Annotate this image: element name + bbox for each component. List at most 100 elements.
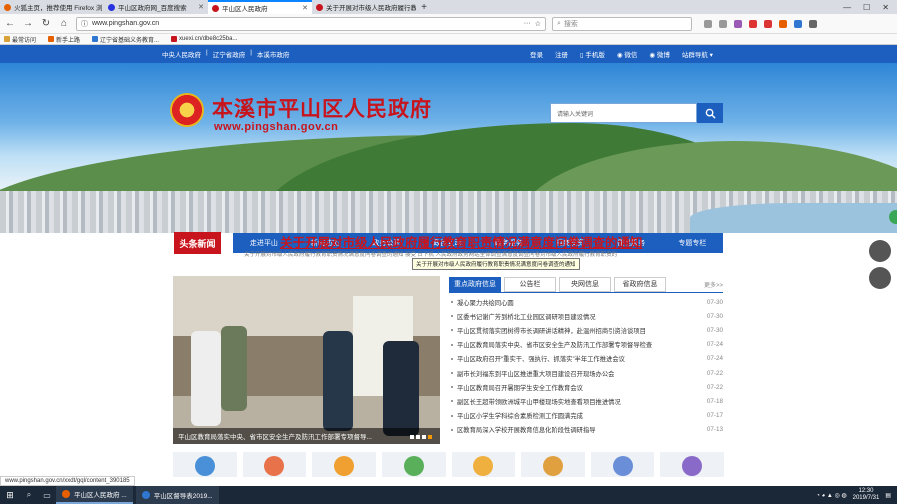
bookmark-item[interactable]: 新手上路 (48, 35, 80, 44)
clock-time: 12:30 (858, 488, 874, 494)
forward-icon[interactable]: → (22, 18, 34, 29)
link-central-gov[interactable]: 中央人民政府 (162, 49, 201, 59)
url-text[interactable]: www.pingshan.gov.cn (92, 20, 520, 27)
side-widget-tab[interactable] (889, 210, 897, 224)
list-item[interactable]: 副区长王超带领欧洲城平山甲楼现场实地查看项目推进情况 07-18 (449, 394, 723, 408)
carousel-dot[interactable] (410, 435, 414, 439)
close-icon[interactable]: ✕ (302, 4, 308, 12)
minimize-icon[interactable]: — (843, 3, 851, 12)
list-item[interactable]: 平山区政府召开“重实干、强执行、抓落实”半年工作推进会议 07-24 (449, 352, 723, 366)
service-tile[interactable] (173, 452, 237, 477)
login-link[interactable]: 登录 (530, 49, 543, 59)
weibo-link[interactable]: ◉ 微博 (649, 49, 669, 59)
news-title[interactable]: 区教育局深入学校开展教育信息化阶段性调研指导 (457, 425, 703, 434)
mobile-link[interactable]: ▯ 手机版 (580, 49, 605, 59)
tab-key-gov-info[interactable]: 重点政府信息 (449, 276, 501, 292)
browser-tab-4[interactable]: 关于开展对市级人民政府履行教✕ (312, 0, 416, 14)
headline-title-link[interactable]: 关于开展对市级人民政府履行教育职责情况满意度问卷调查的通知 (280, 232, 643, 251)
service-tile[interactable] (660, 452, 724, 477)
news-photo-carousel[interactable]: 平山区教育局落实中央、省市区安全生产及防汛工作部署专项督导... (173, 276, 440, 444)
bookmark-item[interactable]: xuexi.cn/dbe8c25ba... (171, 36, 237, 42)
extension-icon[interactable] (734, 19, 742, 28)
link-benxi-gov[interactable]: 本溪市政府 (257, 49, 290, 59)
sidebar-icon[interactable] (719, 19, 727, 28)
service-tile[interactable] (521, 452, 585, 477)
service-tile[interactable] (381, 452, 446, 477)
news-title[interactable]: 平山区政府召开“重实干、强执行、抓落实”半年工作推进会议 (457, 354, 703, 363)
site-group-nav-link[interactable]: 站群导航 ▾ (682, 49, 713, 59)
reload-icon[interactable]: ↻ (40, 18, 52, 29)
site-search-input[interactable]: 请输入关键词 (550, 103, 697, 123)
video-icon[interactable] (749, 19, 757, 28)
carousel-dot-active[interactable] (428, 435, 432, 439)
menu-icon[interactable] (809, 19, 817, 28)
link-liaoning-gov[interactable]: 辽宁省政府 (213, 49, 246, 59)
photo-caption[interactable]: 平山区教育局落实中央、省市区安全生产及防汛工作部署专项督导... (173, 428, 440, 444)
divider: | (250, 49, 252, 56)
tab-province-info[interactable]: 省政府信息 (614, 276, 666, 292)
tab-central-info[interactable]: 央网信息 (559, 276, 611, 292)
site-search-button[interactable] (697, 103, 723, 123)
service-tile[interactable] (312, 452, 376, 477)
info-icon[interactable]: ⓘ (81, 19, 88, 29)
news-date: 07-13 (706, 426, 723, 434)
service-tile[interactable] (451, 452, 516, 477)
list-item[interactable]: 平山区小学生学科综合素质检测工作圆满完成 07-17 (449, 409, 723, 423)
browser-search-input[interactable]: ⌕ 搜索 (552, 16, 692, 31)
news-title[interactable]: 副区长王超带领欧洲城平山甲楼现场实地查看项目推进情况 (457, 397, 703, 406)
news-title[interactable]: 区委书记谢广芳到桥北工业园区调研项目建设情况 (457, 312, 703, 321)
list-item[interactable]: 平山区教育局召开暑期学生安全工作教育会议 07-22 (449, 380, 723, 394)
extension-icon-3[interactable] (779, 19, 787, 28)
bookmark-item[interactable]: 辽宁省基础义务教育... (92, 35, 159, 44)
tab-label: 平山区政府网_百度搜索 (118, 5, 187, 12)
news-date: 07-24 (706, 355, 723, 363)
carousel-dot[interactable] (416, 435, 420, 439)
close-window-icon[interactable]: ✕ (882, 3, 889, 12)
service-tile[interactable] (242, 452, 307, 477)
taskbar-app-firefox[interactable]: 平山区人民政府 ... (56, 486, 133, 504)
notification-icon[interactable]: ▤ (885, 492, 891, 499)
library-icon[interactable] (704, 19, 712, 28)
extension-icon-2[interactable] (764, 19, 772, 28)
site-title[interactable]: 本溪市平山区人民政府 (212, 93, 432, 123)
list-item[interactable]: 凝心聚力共绘同心圆 07-30 (449, 295, 723, 309)
service-tile[interactable] (590, 452, 655, 477)
tray-icons[interactable]: ◔ ◕ ▲ ◎ ◍ (816, 492, 846, 499)
start-icon[interactable]: ⊞ (0, 490, 20, 501)
list-item[interactable]: 平山区教育局落实中央、省市区安全生产及防汛工作部署专项督导检查 07-24 (449, 338, 723, 352)
wechat-link[interactable]: ◉ 微信 (617, 49, 637, 59)
carousel-dot[interactable] (422, 435, 426, 439)
bookmark-star-icon[interactable]: ☆ (535, 20, 541, 28)
news-title[interactable]: 副市长刘福东到平山区推进重大项目建设召开现场办公会 (457, 369, 703, 378)
news-title[interactable]: 凝心聚力共绘同心圆 (457, 298, 703, 307)
browser-tab-2[interactable]: 平山区政府网_百度搜索 ✕ (104, 0, 208, 14)
maximize-icon[interactable]: ☐ (863, 3, 870, 12)
weibo-float-icon[interactable] (869, 267, 891, 289)
news-title[interactable]: 平山区贯彻落实团树得市长调研讲话精神，赴温州招商引资洽谈项目 (457, 326, 703, 335)
news-title[interactable]: 平山区小学生学科综合素质检测工作圆满完成 (457, 411, 703, 420)
more-link[interactable]: 更多>> (704, 280, 723, 289)
news-title[interactable]: 平山区教育局召开暑期学生安全工作教育会议 (457, 383, 703, 392)
new-tab-button[interactable]: + (416, 0, 432, 14)
news-title[interactable]: 平山区教育局落实中央、省市区安全生产及防汛工作部署专项督导检查 (457, 340, 703, 349)
browser-tab-3[interactable]: 平山区人民政府 ✕ (208, 0, 312, 14)
register-link[interactable]: 注册 (555, 49, 568, 59)
address-bar[interactable]: ⓘ www.pingshan.gov.cn ··· ☆ (76, 16, 546, 31)
home-icon[interactable]: ⌂ (58, 18, 70, 29)
search-icon[interactable]: ⌕ (20, 490, 38, 500)
clock[interactable]: 12:30 2019/7/31 (853, 488, 880, 502)
list-item[interactable]: 区教育局深入学校开展教育信息化阶段性调研指导 07-13 (449, 423, 723, 437)
page-actions-icon[interactable]: ··· (524, 20, 531, 27)
list-item[interactable]: 副市长刘福东到平山区推进重大项目建设召开现场办公会 07-22 (449, 366, 723, 380)
bookmark-item[interactable]: 最常访问 (4, 35, 36, 44)
tab-notices[interactable]: 公告栏 (504, 276, 556, 292)
taskbar-app-document[interactable]: 平山区督导表2019... (135, 486, 219, 504)
task-view-icon[interactable]: ▭ (38, 491, 56, 500)
close-icon[interactable]: ✕ (198, 3, 204, 11)
browser-tab-1[interactable]: 火狐主页，推荐使用 Firefox 浏✕ (0, 0, 104, 14)
back-icon[interactable]: ← (4, 18, 16, 29)
list-item[interactable]: 平山区贯彻落实团树得市长调研讲话精神，赴温州招商引资洽谈项目 07-30 (449, 323, 723, 337)
list-item[interactable]: 区委书记谢广芳到桥北工业园区调研项目建设情况 07-30 (449, 309, 723, 323)
extension-icon-4[interactable] (794, 19, 802, 28)
wechat-float-icon[interactable] (869, 240, 891, 262)
